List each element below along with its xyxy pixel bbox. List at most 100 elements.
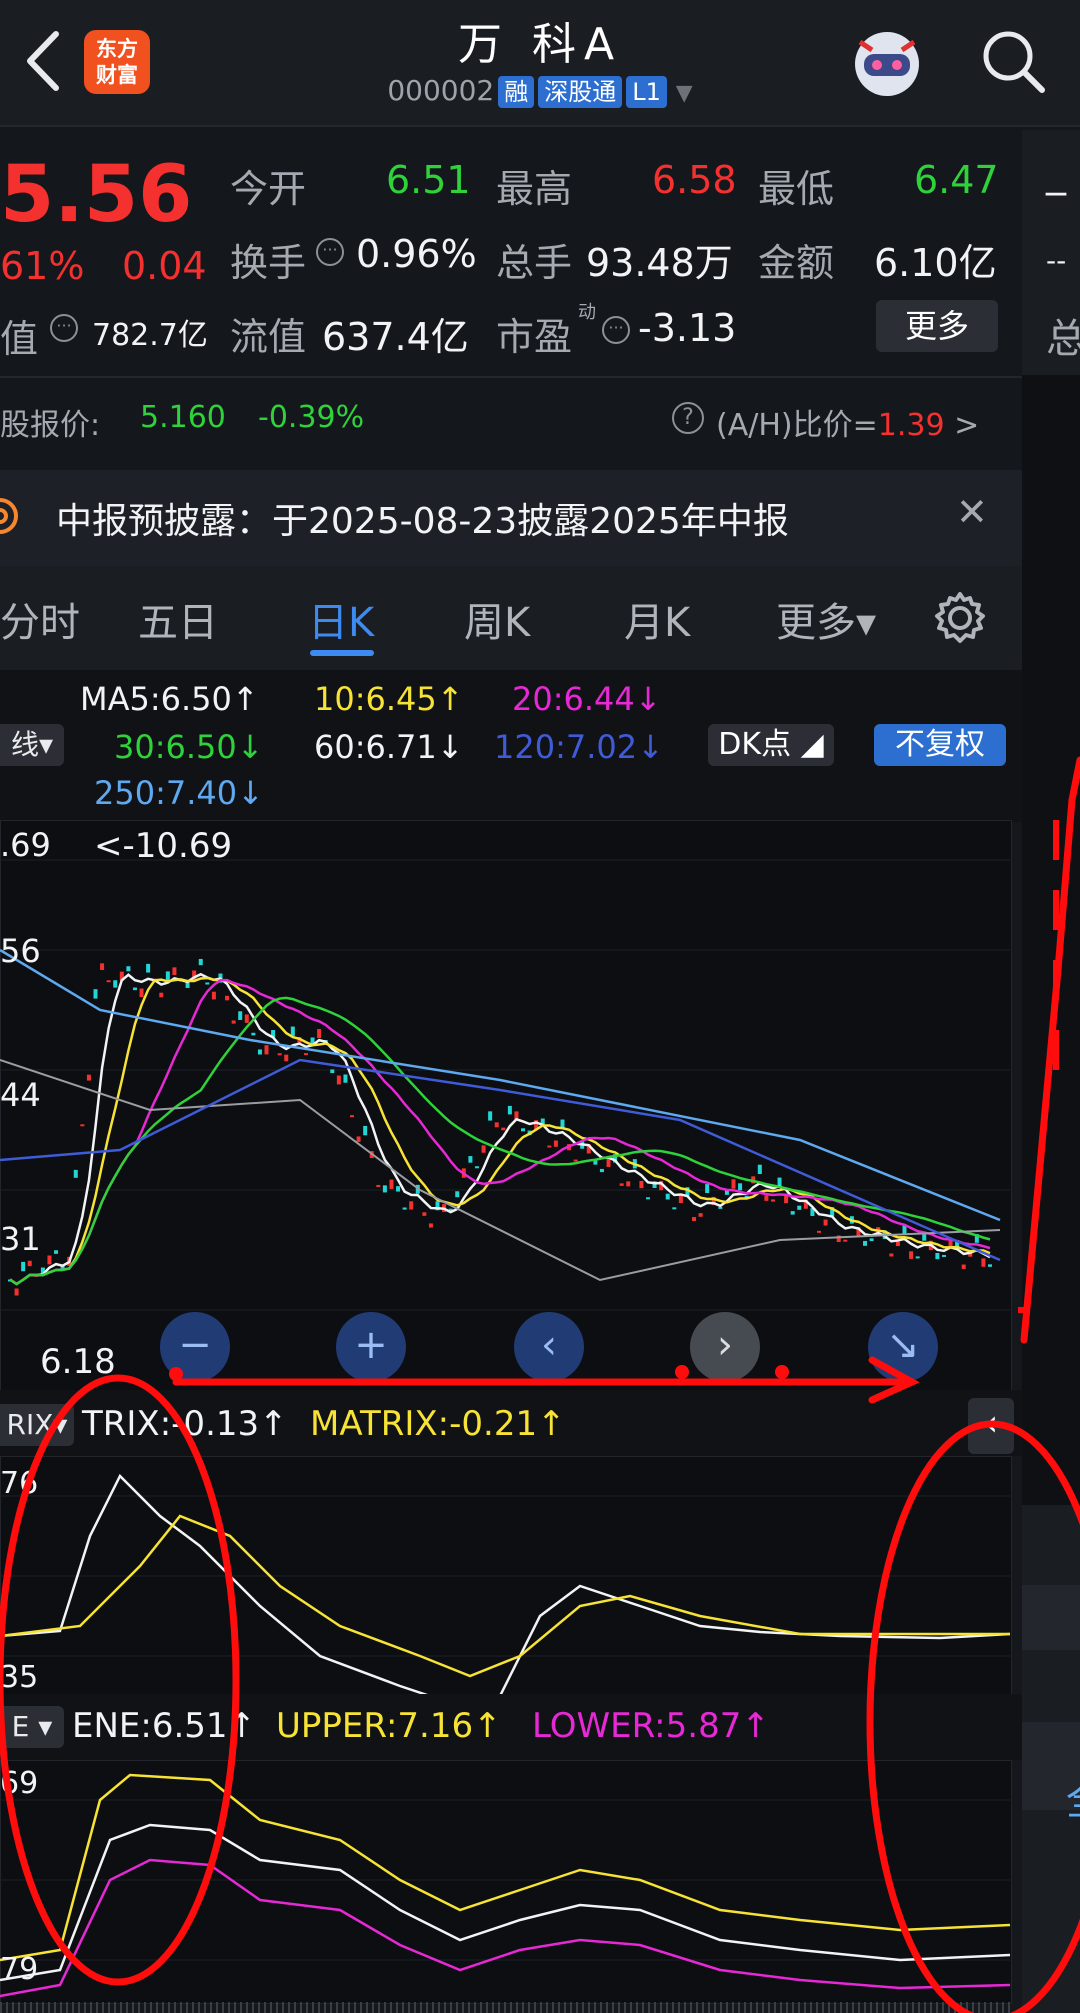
time-axis-ticks bbox=[0, 2002, 1010, 2013]
candle bbox=[863, 1240, 868, 1246]
gear-icon[interactable] bbox=[932, 590, 988, 646]
candle bbox=[277, 1053, 282, 1056]
info-dots-icon[interactable]: ··· bbox=[602, 316, 630, 344]
more-quote-button[interactable]: 更多 bbox=[876, 300, 998, 352]
side-chart-area bbox=[1022, 375, 1080, 1505]
candle bbox=[376, 1184, 381, 1187]
trix-value: TRIX:-0.13↑ bbox=[82, 1404, 288, 1444]
ene-plot bbox=[0, 1773, 1010, 1998]
ah-ratio-value: 1.39 bbox=[877, 408, 945, 443]
trix-selector[interactable]: RIX▾ bbox=[0, 1404, 74, 1446]
candle bbox=[481, 1145, 486, 1153]
open-label: 今开 bbox=[230, 167, 307, 211]
candle bbox=[290, 1026, 295, 1036]
scroll-right-button[interactable]: › bbox=[690, 1312, 760, 1382]
scroll-end-button[interactable]: ↘ bbox=[868, 1312, 938, 1382]
change-percent: 61% bbox=[0, 244, 85, 288]
info-dots-icon[interactable]: ··· bbox=[50, 314, 78, 342]
candle bbox=[698, 1213, 703, 1217]
candle bbox=[843, 1239, 848, 1242]
tab-more[interactable]: 更多▾ bbox=[776, 590, 876, 648]
trix-plot bbox=[0, 1473, 1010, 1694]
close-icon[interactable]: ✕ bbox=[956, 490, 988, 534]
candle bbox=[961, 1264, 966, 1269]
broadcast-icon bbox=[0, 494, 24, 538]
upper-value: UPPER:7.16↑ bbox=[276, 1706, 502, 1746]
chevron-down-icon[interactable]: ▼ bbox=[676, 81, 693, 106]
ah-ratio-row[interactable]: (A/H)比价=1.39 > bbox=[716, 400, 979, 444]
kline-plot bbox=[0, 859, 1010, 1311]
tab-monthly-k[interactable]: 月K bbox=[624, 590, 690, 648]
pe-dynamic-mark: 动 bbox=[578, 302, 596, 323]
candle bbox=[14, 1288, 19, 1296]
candle bbox=[935, 1253, 940, 1260]
low-value: 6.47 bbox=[914, 158, 999, 202]
candle bbox=[165, 971, 170, 981]
pe-value: -3.13 bbox=[638, 306, 737, 350]
robot-assistant-icon[interactable] bbox=[846, 20, 928, 102]
dk-point-toggle[interactable]: DK点 ◢ bbox=[708, 724, 834, 766]
candle bbox=[159, 992, 164, 998]
ma250-value: 250:7.40↓ bbox=[94, 774, 264, 812]
h-share-pct: -0.39% bbox=[258, 400, 365, 435]
high-value: 6.58 bbox=[652, 158, 737, 202]
volume-label: 总手 bbox=[496, 241, 573, 285]
current-price: 5.56 bbox=[0, 150, 193, 240]
ma5-value: MA5:6.50↑ bbox=[80, 680, 259, 718]
help-icon[interactable]: ? bbox=[672, 402, 704, 434]
ma10-value: 10:6.45↑ bbox=[314, 680, 464, 718]
candle bbox=[93, 989, 98, 999]
candle bbox=[172, 967, 177, 975]
candle bbox=[869, 1238, 874, 1242]
candle bbox=[422, 1212, 427, 1216]
ene-selector[interactable]: E ▾ bbox=[0, 1706, 64, 1748]
zoom-in-button[interactable]: + bbox=[336, 1312, 406, 1382]
side-text-2: -- bbox=[1046, 244, 1067, 277]
candle bbox=[909, 1251, 914, 1259]
candle bbox=[113, 980, 118, 988]
open-value: 6.51 bbox=[386, 158, 471, 202]
scroll-left-button[interactable]: ‹ bbox=[514, 1312, 584, 1382]
candle bbox=[501, 1127, 506, 1131]
candle bbox=[455, 1191, 460, 1198]
tab-five-day[interactable]: 五日 bbox=[138, 590, 218, 648]
search-icon[interactable] bbox=[978, 26, 1048, 96]
pe-label: 市盈 bbox=[496, 315, 573, 359]
float-cap-value: 637.4亿 bbox=[322, 315, 469, 359]
stock-code: 000002 bbox=[387, 74, 495, 107]
matrix-line bbox=[0, 1514, 1010, 1678]
candle bbox=[599, 1168, 604, 1173]
candle bbox=[468, 1156, 473, 1163]
ene-axis-top: 69 bbox=[0, 1766, 39, 1801]
collapse-panel-button[interactable]: ‹ bbox=[968, 1398, 1014, 1454]
candle bbox=[80, 1124, 85, 1127]
tab-daily-k[interactable]: 日K bbox=[308, 590, 374, 648]
info-dots-icon[interactable]: ··· bbox=[316, 238, 344, 266]
ma60-line bbox=[0, 1059, 1001, 1282]
tab-intraday[interactable]: 分时 bbox=[0, 590, 80, 648]
tab-weekly-k[interactable]: 周K bbox=[464, 590, 530, 648]
candle bbox=[350, 1115, 355, 1118]
side-tab-a[interactable] bbox=[1022, 1585, 1080, 1650]
candle bbox=[211, 991, 216, 1000]
ah-ratio-label: (A/H)比价= bbox=[716, 408, 878, 443]
candle bbox=[73, 1169, 78, 1178]
candle bbox=[547, 1145, 552, 1148]
candle bbox=[21, 1261, 26, 1272]
kline-axis-2: 56 bbox=[0, 932, 41, 970]
candle bbox=[816, 1230, 821, 1233]
candle bbox=[521, 1128, 526, 1132]
margin-badge: 融 bbox=[498, 76, 535, 108]
lower-value: LOWER:5.87↑ bbox=[532, 1706, 770, 1746]
candle bbox=[619, 1183, 624, 1186]
market-cap-value: 782.7亿 bbox=[92, 318, 208, 353]
candle bbox=[770, 1199, 775, 1202]
ma-type-selector[interactable]: 线▾ bbox=[0, 724, 64, 766]
candle bbox=[764, 1195, 769, 1201]
adjustment-selector[interactable]: 不复权 bbox=[874, 724, 1006, 766]
candle bbox=[126, 966, 131, 972]
zoom-out-button[interactable]: − bbox=[160, 1312, 230, 1382]
candle bbox=[264, 1045, 269, 1055]
candle bbox=[941, 1254, 946, 1257]
candle bbox=[645, 1197, 650, 1200]
